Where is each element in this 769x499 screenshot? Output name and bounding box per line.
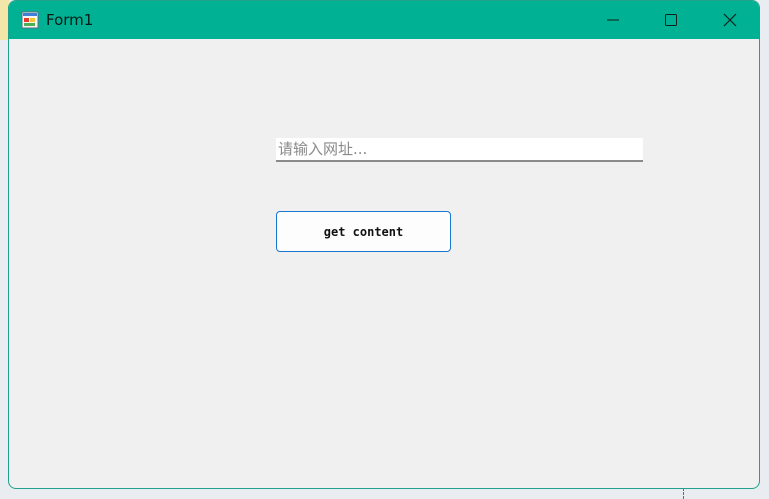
minimize-button[interactable] xyxy=(584,1,642,39)
form-window: Form1 get content xyxy=(8,0,760,489)
winforms-app-icon xyxy=(21,11,39,29)
close-icon xyxy=(723,13,737,27)
desktop-divider xyxy=(683,488,685,499)
get-content-button[interactable]: get content xyxy=(276,211,451,252)
close-button[interactable] xyxy=(701,1,759,39)
title-bar[interactable]: Form1 xyxy=(9,1,759,39)
window-title: Form1 xyxy=(46,11,94,29)
url-input[interactable] xyxy=(276,138,643,162)
maximize-button[interactable] xyxy=(642,1,700,39)
minimize-icon xyxy=(607,14,619,26)
desktop: Form1 get content xyxy=(0,0,769,499)
maximize-icon xyxy=(665,14,677,26)
